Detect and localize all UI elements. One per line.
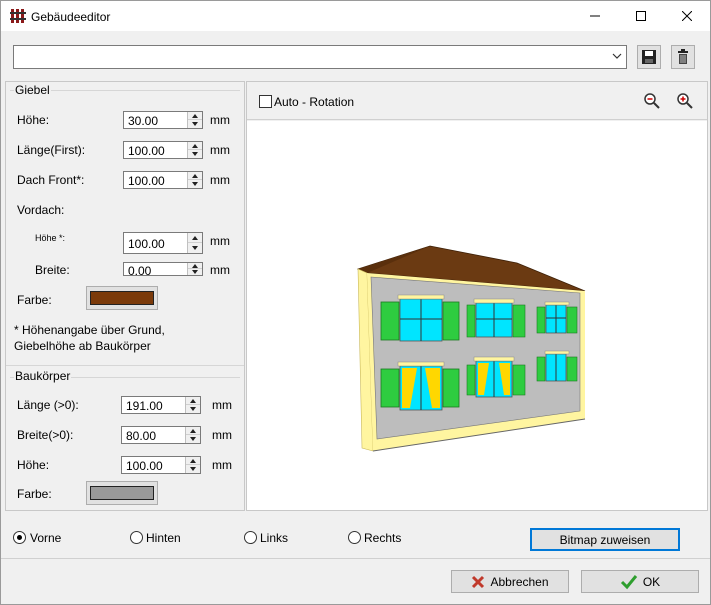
- dach-front-value: 100.00: [128, 174, 165, 188]
- baukoerper-hoehe-value: 100.00: [126, 459, 163, 473]
- bitmap-assign-label: Bitmap zuweisen: [559, 532, 651, 547]
- baukoerper-color-swatch: [90, 486, 154, 500]
- baukoerper-breite-value: 80.00: [126, 429, 157, 443]
- window: [466, 298, 526, 338]
- spin-buttons[interactable]: [185, 427, 200, 443]
- giebel-laenge-unit: mm: [210, 143, 230, 157]
- giebel-hoehe-value: 30.00: [128, 114, 159, 128]
- giebel-group-title: Giebel: [14, 83, 51, 97]
- maximize-button[interactable]: [618, 1, 664, 31]
- close-icon: [682, 11, 692, 21]
- spin-buttons[interactable]: [187, 263, 202, 275]
- radio-rechts[interactable]: [348, 531, 361, 544]
- dach-front-unit: mm: [210, 173, 230, 187]
- spin-buttons[interactable]: [187, 142, 202, 158]
- spin-buttons[interactable]: [187, 172, 202, 188]
- spin-buttons[interactable]: [185, 397, 200, 413]
- bitmap-assign-button[interactable]: Bitmap zuweisen: [530, 528, 680, 551]
- cancel-label: Abbrechen: [490, 574, 549, 589]
- note-line-2: Giebelhöhe ab Baukörper: [14, 339, 151, 353]
- radio-links-label: Links: [260, 531, 289, 545]
- title-bar: Gebäudeeditor: [1, 1, 710, 31]
- note-line-1: * Höhenangabe über Grund,: [14, 323, 165, 337]
- dach-front-input[interactable]: 100.00: [123, 171, 203, 189]
- vordach-breite-label: Breite:: [35, 263, 70, 277]
- vordach-hoehe-unit: mm: [210, 234, 230, 248]
- properties-panel: Giebel Höhe: 30.00 mm Länge(First): 100.…: [5, 81, 245, 511]
- building-preview: [356, 245, 586, 452]
- giebel-color-swatch: [90, 291, 154, 305]
- window: [380, 361, 460, 411]
- giebel-hoehe-label: Höhe:: [17, 113, 50, 127]
- delete-button[interactable]: [671, 45, 695, 69]
- baukoerper-hoehe-input[interactable]: 100.00: [121, 456, 201, 474]
- x-mark-icon: [472, 575, 485, 588]
- baukoerper-breite-unit: mm: [212, 428, 232, 442]
- save-button[interactable]: [637, 45, 661, 69]
- dialog-window: Gebäudeeditor Giebel Höhe: 30.00 mm Läng…: [0, 0, 711, 605]
- baukoerper-farbe-label: Farbe:: [17, 487, 52, 501]
- vordach-label: Vordach:: [17, 203, 65, 217]
- radio-hinten-label: Hinten: [146, 531, 181, 545]
- baukoerper-breite-input[interactable]: 80.00: [121, 426, 201, 444]
- radio-links[interactable]: [244, 531, 257, 544]
- baukoerper-group-title: Baukörper: [14, 369, 72, 383]
- dach-front-label: Dach Front*:: [17, 173, 85, 187]
- baukoerper-laenge-unit: mm: [212, 398, 232, 412]
- cancel-button[interactable]: Abbrechen: [451, 570, 569, 593]
- close-button[interactable]: [664, 1, 710, 31]
- spin-buttons[interactable]: [187, 233, 202, 253]
- zoom-out-icon[interactable]: [643, 92, 661, 110]
- floppy-disk-icon: [642, 50, 656, 64]
- vordach-breite-input[interactable]: 0.00: [123, 262, 203, 276]
- giebel-hoehe-unit: mm: [210, 113, 230, 127]
- radio-rechts-label: Rechts: [364, 531, 402, 545]
- preview-panel: Auto - Rotation: [246, 81, 708, 511]
- divider: [6, 365, 244, 366]
- giebel-hoehe-input[interactable]: 30.00: [123, 111, 203, 129]
- footer-separator: [1, 558, 710, 559]
- ok-button[interactable]: OK: [581, 570, 699, 593]
- vordach-hoehe-input[interactable]: 100.00: [123, 232, 203, 254]
- baukoerper-laenge-value: 191.00: [126, 399, 163, 413]
- giebel-farbe-label: Farbe:: [17, 293, 52, 307]
- maximize-icon: [636, 11, 646, 21]
- vordach-hoehe-value: 100.00: [128, 237, 165, 251]
- window: [380, 294, 460, 342]
- vordach-breite-unit: mm: [210, 263, 230, 277]
- baukoerper-laenge-label: Länge (>0):: [17, 398, 79, 412]
- baukoerper-hoehe-label: Höhe:: [17, 458, 50, 472]
- 3d-viewport[interactable]: [247, 121, 707, 510]
- baukoerper-hoehe-unit: mm: [212, 458, 232, 472]
- building-select[interactable]: [13, 45, 627, 69]
- trash-icon: [678, 49, 688, 64]
- giebel-color-button[interactable]: [86, 286, 158, 310]
- spin-buttons[interactable]: [185, 457, 200, 473]
- baukoerper-breite-label: Breite(>0):: [17, 428, 74, 442]
- giebel-laenge-input[interactable]: 100.00: [123, 141, 203, 159]
- spin-buttons[interactable]: [187, 112, 202, 128]
- giebel-laenge-value: 100.00: [128, 144, 165, 158]
- vordach-breite-value: 0.00: [128, 264, 152, 276]
- checkmark-icon: [620, 574, 637, 589]
- baukoerper-laenge-input[interactable]: 191.00: [121, 396, 201, 414]
- ok-label: OK: [642, 574, 661, 589]
- vordach-hoehe-label: Höhe *:: [35, 233, 66, 243]
- preview-toolbar: Auto - Rotation: [247, 82, 707, 120]
- auto-rotation-checkbox[interactable]: [259, 95, 272, 108]
- window-title: Gebäudeeditor: [31, 10, 111, 24]
- minimize-icon: [590, 15, 600, 17]
- auto-rotation-label: Auto - Rotation: [274, 95, 355, 109]
- zoom-in-icon[interactable]: [676, 92, 694, 110]
- giebel-laenge-label: Länge(First):: [17, 143, 86, 157]
- baukoerper-color-button[interactable]: [86, 481, 158, 505]
- minimize-button[interactable]: [572, 1, 618, 31]
- chevron-down-icon: [612, 53, 622, 59]
- radio-hinten[interactable]: [130, 531, 143, 544]
- app-icon: [10, 9, 26, 23]
- radio-vorne-label: Vorne: [30, 531, 62, 545]
- radio-vorne[interactable]: [13, 531, 26, 544]
